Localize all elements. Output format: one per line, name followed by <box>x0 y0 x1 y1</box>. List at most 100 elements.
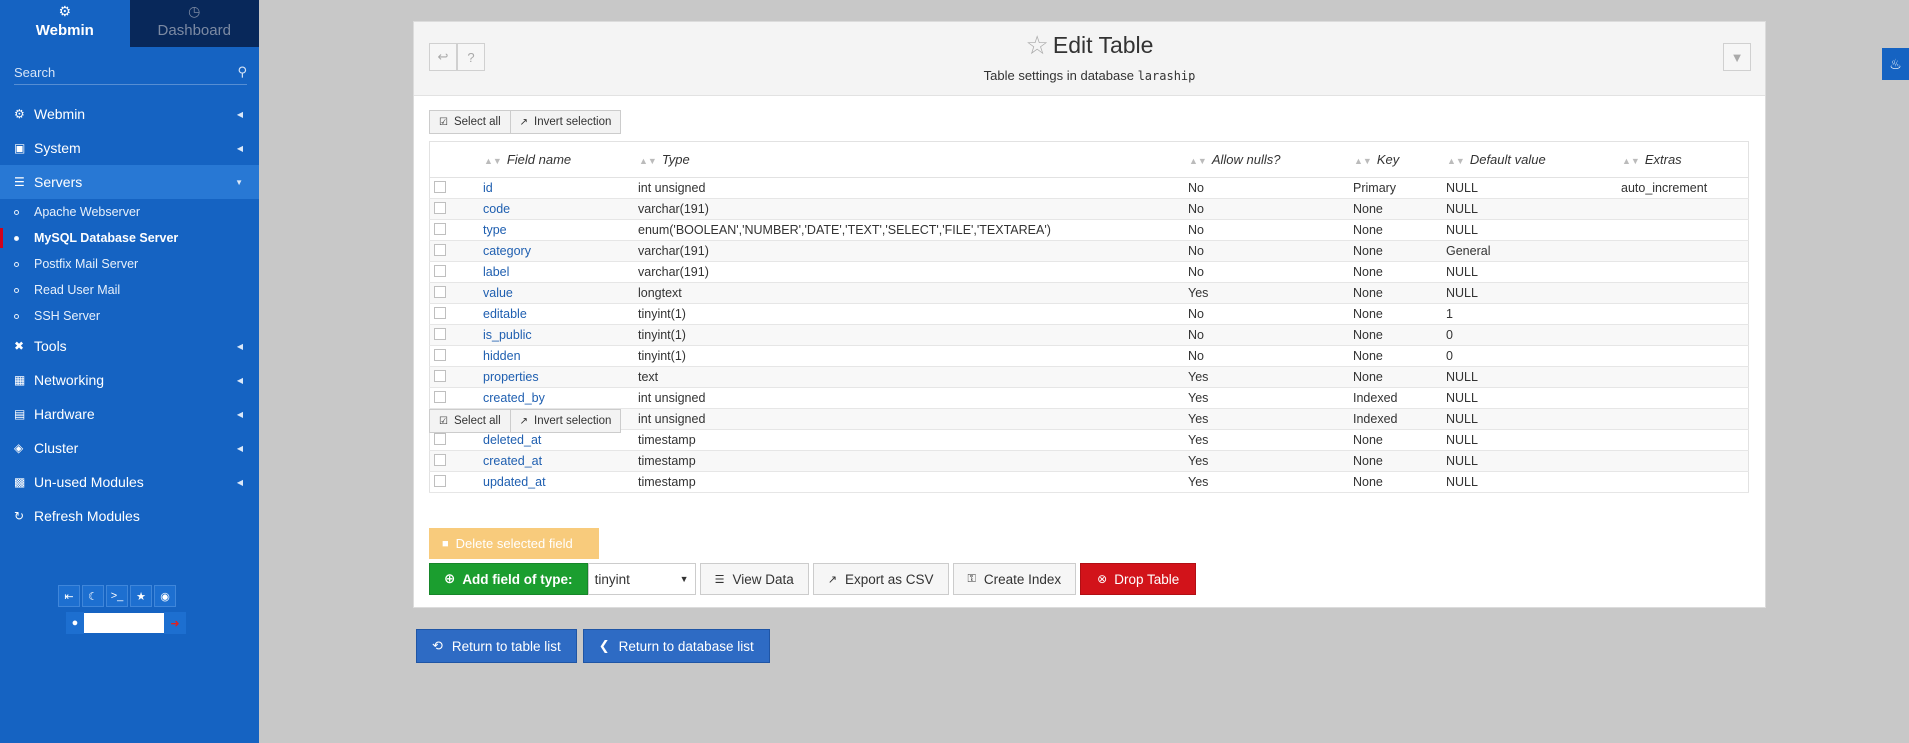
row-checkbox[interactable] <box>434 432 446 445</box>
table-cell: NULL <box>1446 219 1621 241</box>
invert-selection-button[interactable]: ↗ Invert selection <box>510 110 622 134</box>
collapse-icon[interactable]: ⇤ <box>58 585 80 607</box>
moon-icon[interactable]: ☾ <box>82 585 104 607</box>
col-key[interactable]: ▲▼ Key <box>1353 141 1446 178</box>
row-checkbox-cell <box>429 240 483 262</box>
view-data-button[interactable]: ☰ View Data <box>699 563 809 595</box>
row-checkbox[interactable] <box>434 264 446 277</box>
terminal-icon[interactable]: >_ <box>106 585 128 607</box>
sidebar-item-tools[interactable]: ✖ Tools ◀ <box>0 329 259 363</box>
submenu-item-mysql[interactable]: MySQL Database Server <box>0 225 259 251</box>
sidebar-search[interactable]: Search ⚲ <box>14 60 247 85</box>
table-cell: 1 <box>1446 303 1621 325</box>
submenu-item-apache[interactable]: Apache Webserver <box>0 199 259 225</box>
add-field-button[interactable]: ⊕ Add field of type: <box>429 563 588 595</box>
field-type-select[interactable]: tinyint ▼ <box>587 563 696 595</box>
col-allow-nulls[interactable]: ▲▼ Allow nulls? <box>1188 141 1353 178</box>
delete-selected-button[interactable]: ■ Delete selected field <box>429 528 599 559</box>
field-name-link[interactable]: properties <box>483 366 638 388</box>
view-data-label: View Data <box>732 571 794 587</box>
return-database-list-button[interactable]: ❮ Return to database list <box>582 629 770 663</box>
table-cell: No <box>1188 303 1353 325</box>
hdd-icon: ▤ <box>14 407 26 421</box>
sort-icon: ▲▼ <box>1622 156 1640 166</box>
bullet-icon <box>14 209 19 215</box>
row-checkbox[interactable] <box>434 243 446 256</box>
col-default-value[interactable]: ▲▼ Default value <box>1446 141 1621 178</box>
network-icon: ▦ <box>14 373 26 387</box>
search-input[interactable]: Search <box>14 65 55 80</box>
field-name-link[interactable]: hidden <box>483 345 638 367</box>
row-checkbox[interactable] <box>434 369 446 382</box>
tab-webmin[interactable]: ⚙ Webmin <box>0 0 130 47</box>
field-name-link[interactable]: category <box>483 240 638 262</box>
create-index-button[interactable]: ⚿ Create Index <box>952 563 1077 595</box>
user-icon[interactable]: ● <box>66 612 84 634</box>
row-checkbox[interactable] <box>434 390 446 403</box>
submenu-item-postfix[interactable]: Postfix Mail Server <box>0 251 259 277</box>
refresh-icon: ↻ <box>14 509 25 523</box>
row-checkbox[interactable] <box>434 180 446 193</box>
tab-dashboard[interactable]: ◷ Dashboard <box>129 0 259 47</box>
select-all-button[interactable]: ☑ Select all <box>429 409 511 433</box>
sidebar-item-cluster[interactable]: ◈ Cluster ◀ <box>0 431 259 465</box>
submenu-item-read-user-mail[interactable]: Read User Mail <box>0 277 259 303</box>
key-icon: ⚿ <box>967 572 976 585</box>
page-subtitle: Table settings in database laraship <box>414 68 1765 83</box>
field-name-link[interactable]: created_by <box>483 387 638 409</box>
sidebar-item-networking[interactable]: ▦ Networking ◀ <box>0 363 259 397</box>
table-cell: tinyint(1) <box>638 303 1188 325</box>
drop-table-button[interactable]: ⊗ Drop Table <box>1080 563 1197 595</box>
col-extras[interactable]: ▲▼ Extras <box>1621 141 1749 178</box>
field-name-link[interactable]: code <box>483 198 638 220</box>
sidebar-item-unused-modules[interactable]: ▩ Un-used Modules ◀ <box>0 465 259 499</box>
sidebar-item-webmin[interactable]: ⚙ Webmin ◀ <box>0 97 259 131</box>
col-type[interactable]: ▲▼ Type <box>638 141 1188 178</box>
notification-bell-icon[interactable]: ♨ <box>1882 48 1909 80</box>
edit-table-panel: ↩ ? ☆ Edit Table Table settings in databa… <box>413 21 1766 608</box>
submenu-item-ssh[interactable]: SSH Server <box>0 303 259 329</box>
sidebar-item-refresh-modules[interactable]: ↻ Refresh Modules <box>0 499 259 533</box>
field-name-link[interactable]: label <box>483 261 638 283</box>
row-checkbox[interactable] <box>434 306 446 319</box>
star-icon[interactable]: ★ <box>130 585 152 607</box>
field-name-link[interactable]: type <box>483 219 638 241</box>
field-name-link[interactable]: editable <box>483 303 638 325</box>
table-row: deleted_at timestamp Yes None NULL <box>429 429 1749 451</box>
table-row: properties text Yes None NULL <box>429 366 1749 388</box>
table-cell: NULL <box>1446 471 1621 493</box>
row-checkbox[interactable] <box>434 348 446 361</box>
palette-icon[interactable]: ◉ <box>154 585 176 607</box>
sidebar-item-servers[interactable]: ☰ Servers ▼ <box>0 165 259 199</box>
star-outline-icon[interactable]: ☆ <box>1026 30 1049 60</box>
row-checkbox[interactable] <box>434 453 446 466</box>
field-name-link[interactable]: value <box>483 282 638 304</box>
sidebar-item-hardware[interactable]: ▤ Hardware ◀ <box>0 397 259 431</box>
field-name-link[interactable]: is_public <box>483 324 638 346</box>
row-checkbox[interactable] <box>434 285 446 298</box>
col-field-name[interactable]: ▲▼ Field name <box>483 141 638 178</box>
select-all-button[interactable]: ☑ Select all <box>429 110 511 134</box>
invert-selection-label: Invert selection <box>534 415 612 427</box>
logout-icon[interactable]: ➜ <box>164 612 186 634</box>
filter-icon[interactable]: ▼ <box>1723 43 1751 71</box>
field-name-link[interactable]: id <box>483 177 638 199</box>
field-name-link[interactable]: created_at <box>483 450 638 472</box>
field-name-link[interactable]: updated_at <box>483 471 638 493</box>
row-checkbox[interactable] <box>434 474 446 487</box>
caret-left-icon: ◀ <box>236 143 243 153</box>
submenu-item-label: Postfix Mail Server <box>34 257 139 271</box>
table-cell: varchar(191) <box>638 240 1188 262</box>
search-icon[interactable]: ⚲ <box>237 64 247 80</box>
row-checkbox-cell <box>429 366 483 388</box>
table-cell <box>1621 219 1749 241</box>
invert-selection-button[interactable]: ↗ Invert selection <box>510 409 622 433</box>
row-checkbox[interactable] <box>434 222 446 235</box>
table-cell: None <box>1353 303 1446 325</box>
row-checkbox[interactable] <box>434 327 446 340</box>
return-table-list-button[interactable]: ⟲ Return to table list <box>416 629 577 663</box>
row-checkbox[interactable] <box>434 201 446 214</box>
export-csv-button[interactable]: ↗ Export as CSV <box>812 563 949 595</box>
sidebar-item-system[interactable]: ▣ System ◀ <box>0 131 259 165</box>
table-cell: General <box>1446 240 1621 262</box>
